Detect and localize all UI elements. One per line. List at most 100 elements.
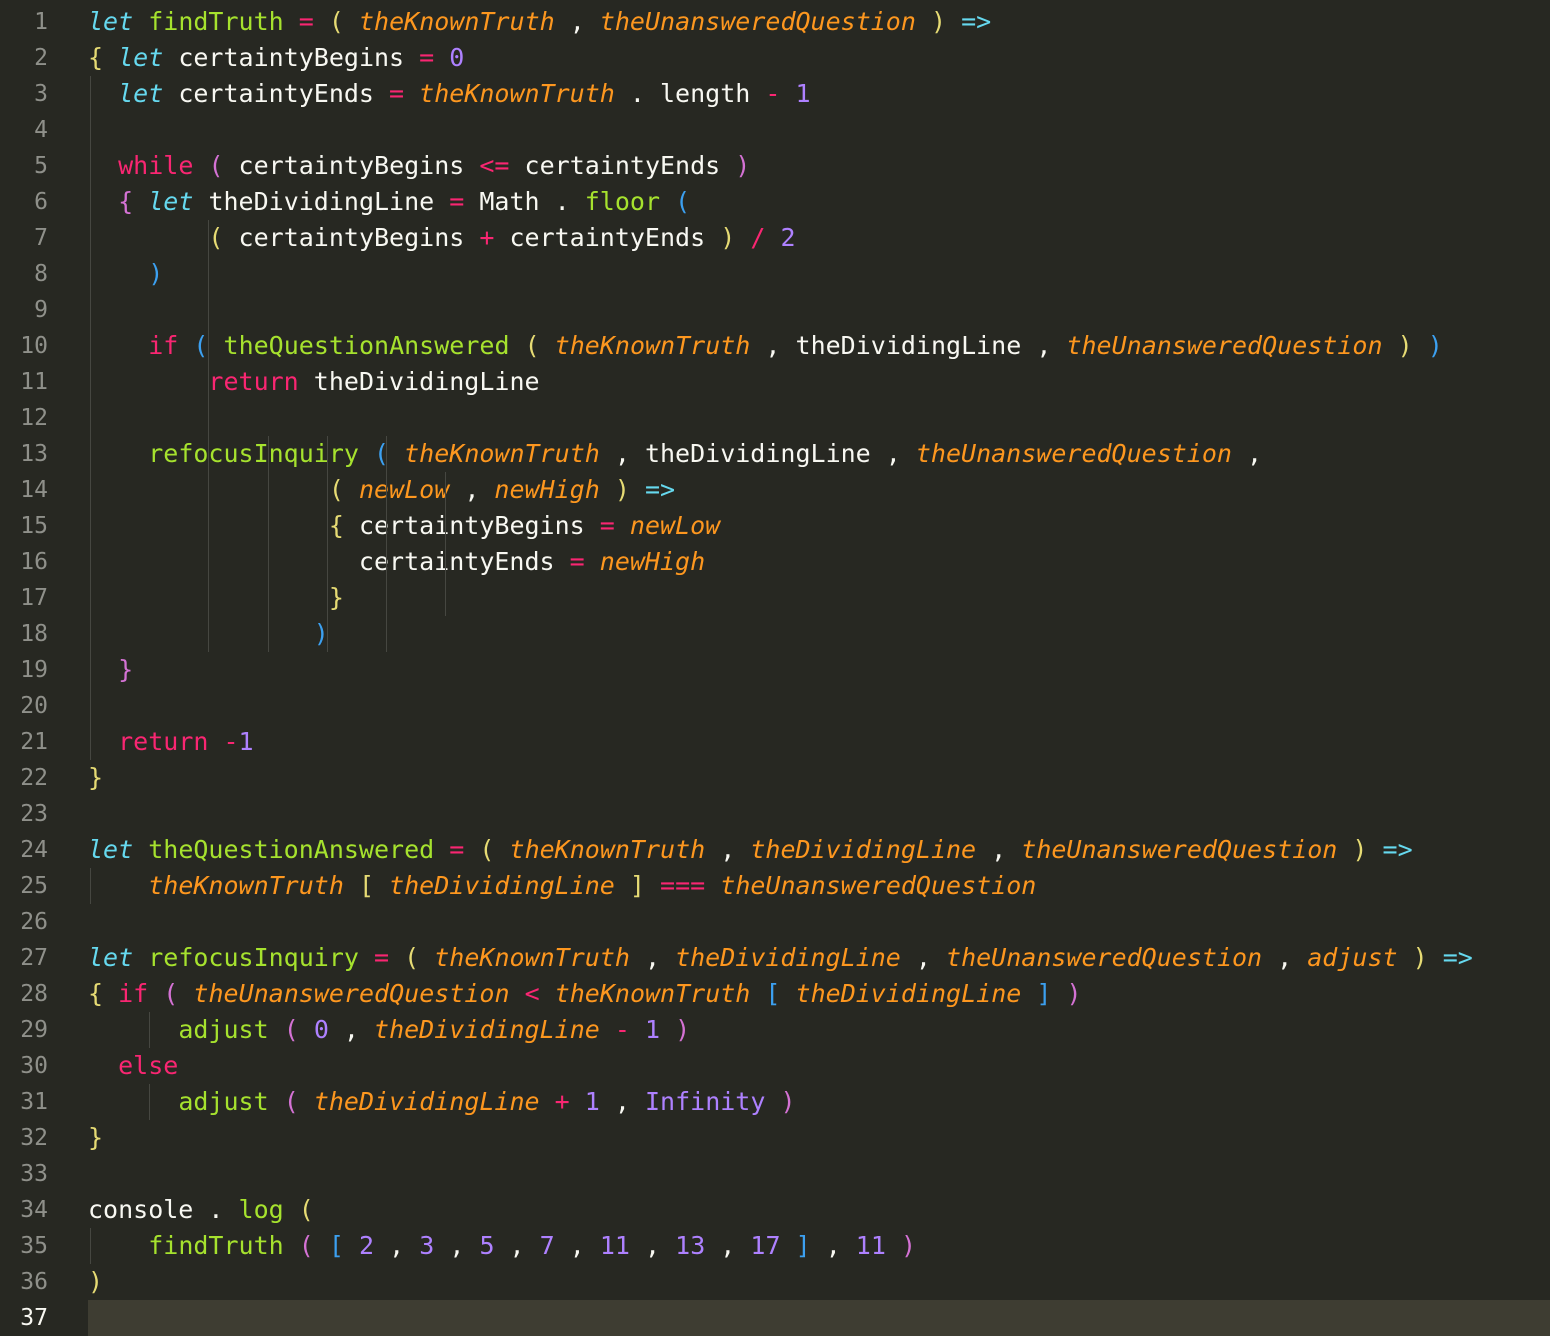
code-token: Infinity — [645, 1087, 766, 1116]
indent-guide — [445, 472, 447, 616]
code-line[interactable]: } — [88, 580, 1550, 616]
code-token: ) — [88, 1267, 104, 1296]
code-token: let — [118, 79, 164, 108]
code-line[interactable]: while ( certaintyBegins <= certaintyEnds… — [88, 148, 1550, 184]
line-number: 33 — [20, 1161, 48, 1187]
code-line[interactable]: console . log ( — [88, 1192, 1550, 1228]
line-number: 13 — [20, 441, 48, 467]
code-line[interactable]: return -1 — [88, 724, 1550, 760]
line-number: 26 — [20, 909, 48, 935]
code-line[interactable]: findTruth ( [ 2 , 3 , 5 , 7 , 11 , 13 , … — [88, 1228, 1550, 1264]
code-line[interactable]: let theQuestionAnswered = ( theKnownTrut… — [88, 832, 1550, 868]
code-line[interactable] — [88, 400, 1550, 436]
code-line[interactable]: let refocusInquiry = ( theKnownTruth , t… — [88, 940, 1550, 976]
code-token: <= — [479, 151, 510, 180]
code-token: newHigh — [599, 547, 706, 576]
code-token: ) — [900, 1231, 917, 1260]
code-token: theDividingLine — [374, 1015, 600, 1044]
code-token: = — [298, 7, 314, 36]
code-line[interactable]: } — [88, 760, 1550, 796]
code-line[interactable]: let findTruth = ( theKnownTruth , theUna… — [88, 4, 1550, 40]
code-line[interactable]: { if ( theUnansweredQuestion < theKnownT… — [88, 976, 1550, 1012]
code-line[interactable]: certaintyEnds = newHigh — [88, 544, 1550, 580]
line-number: 12 — [20, 405, 48, 431]
code-line[interactable]: if ( theQuestionAnswered ( theKnownTruth… — [88, 328, 1550, 364]
code-token: , theDividingLine , — [599, 439, 916, 468]
code-token: newLow — [629, 511, 721, 540]
code-token: theKnownTruth — [419, 79, 615, 108]
code-line[interactable]: } — [88, 1120, 1550, 1156]
code-line[interactable] — [88, 796, 1550, 832]
code-token: - — [614, 1015, 630, 1044]
code-token: = — [419, 43, 435, 72]
code-token: } — [88, 763, 104, 792]
line-number: 32 — [20, 1125, 48, 1151]
code-line[interactable]: ) — [88, 1264, 1550, 1300]
code-line[interactable]: let certaintyEnds = theKnownTruth . leng… — [88, 76, 1550, 112]
code-token: ] — [1036, 979, 1052, 1008]
code-token: ( — [328, 7, 344, 36]
code-token: , — [705, 1231, 751, 1260]
line-number: 18 — [20, 621, 48, 647]
code-line[interactable]: adjust ( theDividingLine + 1 , Infinity … — [88, 1084, 1550, 1120]
current-code-line[interactable] — [88, 1300, 1550, 1336]
code-token: 0 — [449, 43, 465, 72]
code-line[interactable] — [88, 688, 1550, 724]
code-line[interactable] — [88, 1156, 1550, 1192]
line-number: 23 — [20, 801, 48, 827]
code-token: } — [88, 1123, 104, 1152]
code-token: refocusInquiry — [148, 943, 359, 972]
code-token: ( — [283, 1015, 299, 1044]
code-token: theKnownTruth — [404, 439, 600, 468]
code-line[interactable] — [88, 292, 1550, 328]
line-number: 29 — [20, 1017, 48, 1043]
code-token: certaintyBegins — [223, 223, 480, 252]
code-token: if — [148, 331, 179, 360]
code-line[interactable]: { let theDividingLine = Math . floor ( — [88, 184, 1550, 220]
code-token: 5 — [479, 1231, 495, 1260]
code-token: = — [569, 547, 585, 576]
code-token: certaintyBegins — [343, 511, 600, 540]
code-line[interactable]: { certaintyBegins = newLow — [88, 508, 1550, 544]
code-line[interactable]: ( newLow , newHigh ) => — [88, 472, 1550, 508]
code-editor[interactable]: 1 2 3 4 5 6 7 8 9 10 11 12 13 14 15 16 17 18 19 20 21 22 23 24 2… — [0, 0, 1550, 1336]
code-line[interactable]: ( certaintyBegins + certaintyEnds ) / 2 — [88, 220, 1550, 256]
code-token: 1 — [584, 1087, 600, 1116]
code-line[interactable]: else — [88, 1048, 1550, 1084]
code-token: if — [118, 979, 149, 1008]
code-line[interactable]: ) — [88, 616, 1550, 652]
code-line[interactable]: refocusInquiry ( theKnownTruth , theDivi… — [88, 436, 1550, 472]
code-line[interactable]: adjust ( 0 , theDividingLine - 1 ) — [88, 1012, 1550, 1048]
code-line[interactable]: return theDividingLine — [88, 364, 1550, 400]
code-line[interactable]: theKnownTruth [ theDividingLine ] === th… — [88, 868, 1550, 904]
code-token: ) — [1066, 979, 1082, 1008]
code-token: theDividingLine — [750, 835, 977, 864]
code-token: let — [88, 835, 134, 864]
code-token: findTruth — [148, 1231, 284, 1260]
code-token: , — [434, 1231, 480, 1260]
code-line[interactable] — [88, 904, 1550, 940]
code-line[interactable]: { let certaintyBegins = 0 — [88, 40, 1550, 76]
code-line[interactable] — [88, 112, 1550, 148]
code-token: findTruth — [148, 7, 284, 36]
code-line[interactable]: } — [88, 652, 1550, 688]
code-token: theQuestionAnswered — [148, 835, 435, 864]
code-token: , — [900, 943, 947, 972]
code-line[interactable]: ) — [88, 256, 1550, 292]
code-token: ) — [614, 475, 630, 504]
